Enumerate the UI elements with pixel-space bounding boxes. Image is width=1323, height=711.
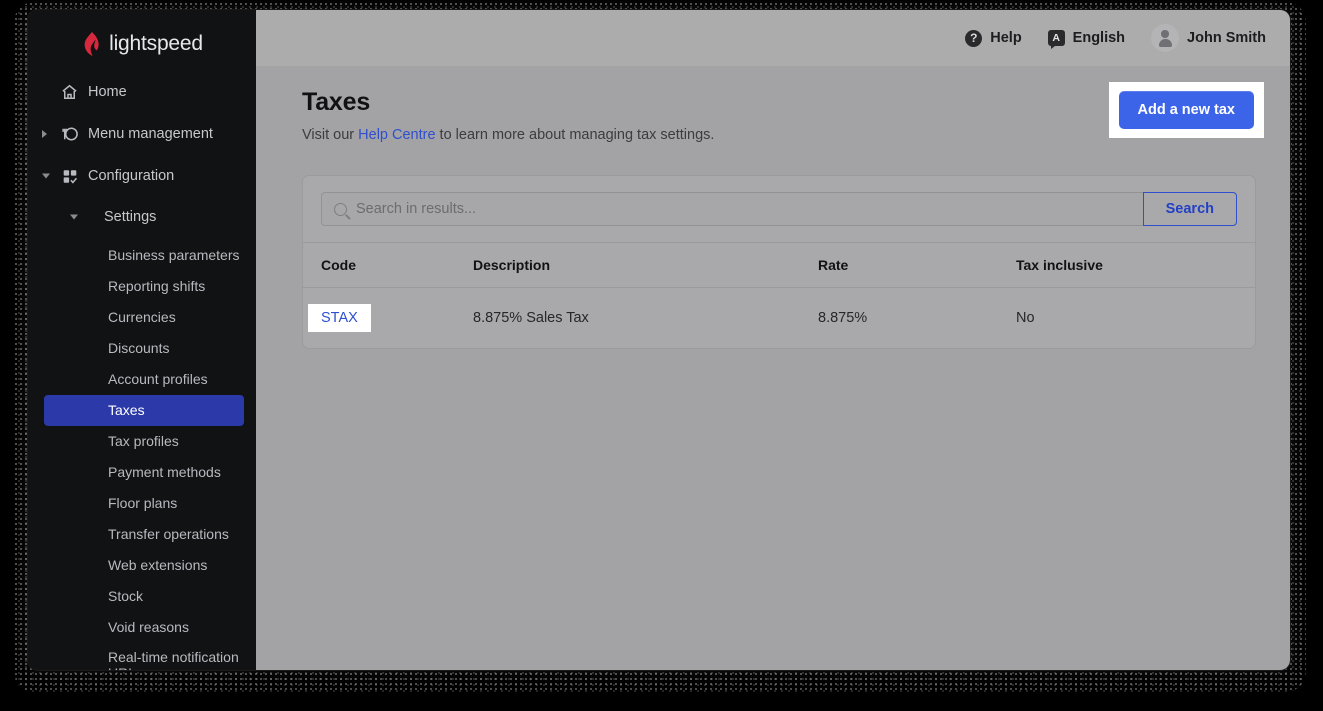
sidebar-item-settings[interactable]: Settings <box>28 202 256 232</box>
sidebar-item-label: Home <box>88 84 127 100</box>
cell-description: 8.875% Sales Tax <box>473 310 589 326</box>
help-centre-link[interactable]: Help Centre <box>358 127 435 143</box>
help-label: Help <box>990 30 1022 46</box>
sidebar-item-label: Reporting shifts <box>108 278 206 295</box>
sidebar-item-label: Discounts <box>108 340 170 357</box>
sidebar-item-label: Tax profiles <box>108 433 179 450</box>
taxes-card: Search Code Description Rate Tax inclusi… <box>302 175 1256 349</box>
search-input[interactable] <box>356 201 1131 217</box>
sidebar-item-label: Taxes <box>108 402 145 419</box>
language-selector[interactable]: A English <box>1047 30 1126 49</box>
page-header-text: Taxes Visit our Help Centre to learn mor… <box>302 88 714 143</box>
sidebar-item-menu-management[interactable]: Menu management <box>28 118 256 150</box>
chevron-right-icon[interactable] <box>42 130 47 138</box>
page-subtitle: Visit our Help Centre to learn more abou… <box>302 127 714 143</box>
search-bar: Search <box>303 176 1255 243</box>
add-a-new-tax-button[interactable]: Add a new tax <box>1118 91 1254 129</box>
sidebar-item-label: Web extensions <box>108 557 208 574</box>
sidebar-item-configuration[interactable]: Configuration <box>28 160 256 192</box>
chevron-down-icon[interactable] <box>70 214 78 220</box>
table-body: STAX 8.875% Sales Tax 8.875% No <box>303 288 1255 349</box>
column-header-code[interactable]: Code <box>303 243 473 288</box>
search-field[interactable] <box>321 192 1143 226</box>
chevron-down-icon[interactable] <box>42 173 50 179</box>
top-bar: ? Help A English John Smith <box>256 10 1290 66</box>
tax-code-link[interactable]: STAX <box>308 304 371 332</box>
language-label: English <box>1072 30 1126 46</box>
content-area: Taxes Visit our Help Centre to learn mor… <box>256 66 1290 670</box>
sidebar-item-home[interactable]: Home <box>28 76 256 108</box>
cell-tax-inclusive: No <box>1016 310 1035 326</box>
sidebar-item-label: Configuration <box>88 168 175 184</box>
sidebar-item-stock[interactable]: Stock <box>28 581 256 612</box>
sidebar-item-label: Menu management <box>88 126 213 142</box>
sidebar-item-taxes[interactable]: Taxes <box>44 395 244 426</box>
application-window: lightspeed Home Menu management Configur… <box>28 10 1290 670</box>
column-header-tax-inclusive[interactable]: Tax inclusive <box>1016 243 1255 288</box>
lightspeed-flame-icon <box>81 32 102 56</box>
user-avatar-icon <box>1151 24 1180 52</box>
sidebar: lightspeed Home Menu management Configur… <box>28 10 256 670</box>
sidebar-item-floor-plans[interactable]: Floor plans <box>28 488 256 519</box>
subtitle-suffix: to learn more about managing tax setting… <box>435 127 715 143</box>
main-region: ? Help A English John Smith Taxes Visit … <box>256 10 1290 670</box>
avatar-head <box>1161 30 1169 38</box>
sidebar-item-label: Account profiles <box>108 371 208 388</box>
page-title: Taxes <box>302 88 371 116</box>
sidebar-item-label: Real-time notification URLs <box>108 648 239 670</box>
home-icon <box>60 83 79 102</box>
column-header-description[interactable]: Description <box>473 243 818 288</box>
cell-rate: 8.875% <box>818 310 868 326</box>
brand-logo[interactable]: lightspeed <box>28 24 256 64</box>
page-header: Taxes Visit our Help Centre to learn mor… <box>302 82 1264 143</box>
sidebar-item-label: Settings <box>104 209 157 225</box>
sidebar-item-label: Business parameters <box>108 247 240 264</box>
menu-dish-icon <box>60 125 79 144</box>
sidebar-item-label: Transfer operations <box>108 526 229 543</box>
sidebar-item-business-parameters[interactable]: Business parameters <box>28 240 256 271</box>
sidebar-item-discounts[interactable]: Discounts <box>28 333 256 364</box>
sidebar-item-realtime-notification-urls[interactable]: Real-time notification URLs <box>28 643 256 670</box>
brand-name: lightspeed <box>109 32 203 55</box>
table-header-row: Code Description Rate Tax inclusive <box>303 243 1255 288</box>
search-icon <box>334 202 347 216</box>
sidebar-item-label: Stock <box>108 588 144 605</box>
question-mark-circle-icon: ? <box>965 29 983 47</box>
user-name: John Smith <box>1187 30 1266 46</box>
subtitle-prefix: Visit our <box>302 127 359 143</box>
search-button[interactable]: Search <box>1142 192 1237 226</box>
sidebar-item-payment-methods[interactable]: Payment methods <box>28 457 256 488</box>
sidebar-item-label: Floor plans <box>108 495 178 512</box>
avatar-body <box>1158 38 1172 47</box>
sidebar-item-tax-profiles[interactable]: Tax profiles <box>28 426 256 457</box>
sidebar-item-account-profiles[interactable]: Account profiles <box>28 364 256 395</box>
sidebar-item-label: Void reasons <box>108 619 189 636</box>
sidebar-item-currencies[interactable]: Currencies <box>28 302 256 333</box>
sidebar-item-void-reasons[interactable]: Void reasons <box>28 612 256 643</box>
user-menu[interactable]: John Smith <box>1151 24 1266 52</box>
table-row[interactable]: STAX 8.875% Sales Tax 8.875% No <box>303 288 1255 349</box>
taxes-table: Code Description Rate Tax inclusive STAX… <box>303 243 1255 348</box>
sidebar-item-transfer-operations[interactable]: Transfer operations <box>28 519 256 550</box>
sidebar-item-label: Payment methods <box>108 464 221 481</box>
sidebar-item-label: Currencies <box>108 309 176 326</box>
add-tax-highlight: Add a new tax <box>1108 82 1264 138</box>
sidebar-item-reporting-shifts[interactable]: Reporting shifts <box>28 271 256 302</box>
help-button[interactable]: ? Help <box>965 29 1022 47</box>
language-bubble-a-icon: A <box>1047 30 1065 49</box>
table-header: Code Description Rate Tax inclusive <box>303 243 1255 288</box>
column-header-rate[interactable]: Rate <box>818 243 1016 288</box>
configuration-grid-check-icon <box>60 167 79 186</box>
sidebar-item-web-extensions[interactable]: Web extensions <box>28 550 256 581</box>
cell-code: STAX <box>303 288 473 349</box>
